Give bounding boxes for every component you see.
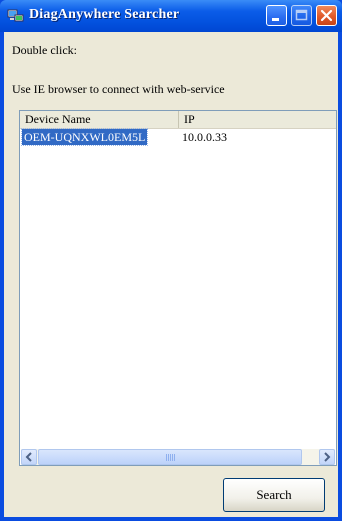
maximize-icon bbox=[295, 9, 308, 21]
column-header-device-name[interactable]: Device Name bbox=[20, 111, 179, 128]
column-header-ip[interactable]: IP bbox=[179, 111, 336, 128]
minimize-button[interactable] bbox=[266, 5, 287, 26]
client-area: Double click: Use IE browser to connect … bbox=[4, 32, 338, 517]
close-icon bbox=[320, 9, 333, 22]
title-bar[interactable]: DiagAnywhere Searcher bbox=[0, 0, 342, 32]
ip-cell[interactable]: 10.0.0.33 bbox=[182, 129, 227, 145]
minimize-icon bbox=[272, 18, 279, 21]
scroll-right-button[interactable] bbox=[319, 449, 335, 465]
instruction-double-click: Double click: bbox=[12, 43, 77, 57]
instruction-browser: Use IE browser to connect with web-servi… bbox=[12, 82, 225, 96]
horizontal-scrollbar[interactable] bbox=[21, 449, 335, 465]
app-window: DiagAnywhere Searcher Double click: Use … bbox=[0, 0, 342, 521]
device-list[interactable]: Device Name IP OEM-UQNXWL0EM5L 10.0.0.33 bbox=[19, 110, 337, 466]
chevron-left-icon bbox=[25, 452, 32, 462]
search-button[interactable]: Search bbox=[223, 478, 325, 512]
chevron-right-icon bbox=[324, 452, 331, 462]
scroll-left-button[interactable] bbox=[21, 449, 37, 465]
diag-app-icon bbox=[7, 9, 24, 22]
list-header: Device Name IP bbox=[20, 111, 336, 129]
maximize-button[interactable] bbox=[291, 5, 312, 26]
table-row[interactable]: OEM-UQNXWL0EM5L 10.0.0.33 bbox=[20, 128, 336, 146]
scroll-thumb[interactable] bbox=[38, 449, 302, 465]
device-name-cell[interactable]: OEM-UQNXWL0EM5L bbox=[20, 128, 149, 146]
close-button[interactable] bbox=[316, 5, 337, 26]
window-title: DiagAnywhere Searcher bbox=[29, 7, 180, 22]
grip-icon bbox=[166, 454, 176, 461]
